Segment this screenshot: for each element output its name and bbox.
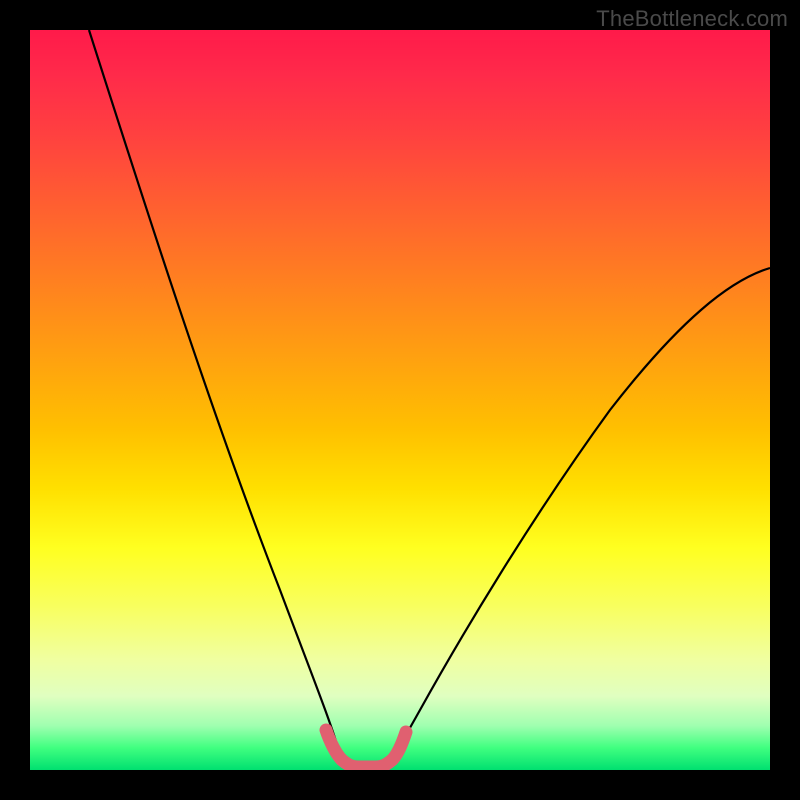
curve-overlay (30, 30, 770, 770)
left-curve (89, 30, 348, 768)
trough-marker (326, 730, 406, 767)
plot-area (30, 30, 770, 770)
watermark-text: TheBottleneck.com (596, 6, 788, 32)
right-curve (386, 268, 770, 768)
